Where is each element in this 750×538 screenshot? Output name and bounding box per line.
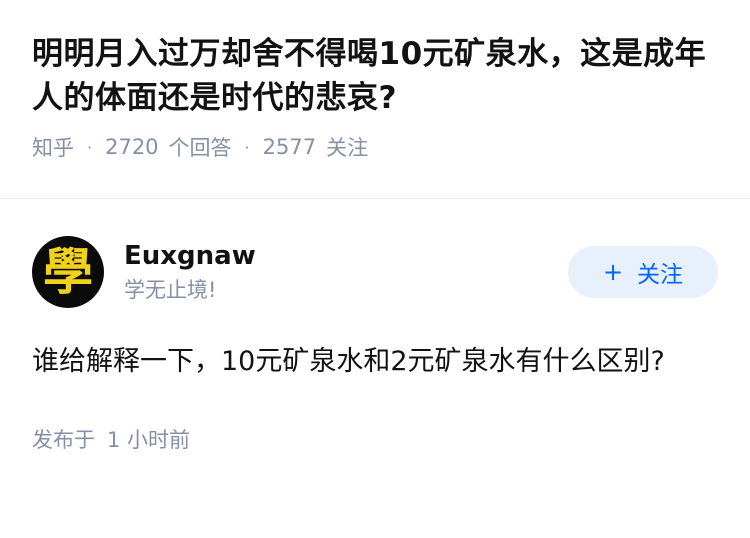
author-name[interactable]: Euxgnaw bbox=[124, 239, 256, 273]
avatar-glyph: 學 bbox=[43, 242, 93, 301]
meta-separator: · bbox=[244, 137, 250, 157]
question-meta: 知乎 · 2720 个回答 · 2577 关注 bbox=[32, 132, 718, 162]
answers-count: 2720 bbox=[105, 135, 159, 159]
posted-label: 发布于 bbox=[32, 428, 95, 452]
source-label[interactable]: 知乎 bbox=[32, 132, 74, 162]
follow-label: 关注 bbox=[637, 262, 684, 288]
followers-count: 2577 bbox=[262, 135, 317, 159]
answer-card: 學 Euxgnaw 学无止境! + 关注 谁给解释一下，10元矿泉水和2元矿泉水… bbox=[32, 236, 718, 454]
plus-icon: + bbox=[602, 258, 624, 286]
follow-button[interactable]: + 关注 bbox=[568, 246, 718, 298]
question-title[interactable]: 明明月入过万却舍不得喝10元矿泉水，这是成年人的体面还是时代的悲哀? bbox=[32, 32, 718, 120]
meta-separator: · bbox=[87, 137, 93, 157]
posted-time: 1 小时前 bbox=[107, 428, 191, 452]
section-divider bbox=[0, 198, 750, 199]
followers-label: 关注 bbox=[326, 136, 369, 160]
author-row: 學 Euxgnaw 学无止境! + 关注 bbox=[32, 236, 718, 308]
answer-content: 谁给解释一下，10元矿泉水和2元矿泉水有什么区别? bbox=[32, 346, 665, 377]
answers-label: 个回答 bbox=[168, 136, 232, 160]
author-bio: 学无止境! bbox=[124, 278, 217, 302]
answer-timestamp: 发布于 1 小时前 bbox=[32, 424, 718, 454]
question-header: 明明月入过万却舍不得喝10元矿泉水，这是成年人的体面还是时代的悲哀? 知乎 · … bbox=[0, 0, 750, 162]
avatar[interactable]: 學 bbox=[32, 236, 104, 308]
author-info: Euxgnaw 学无止境! bbox=[124, 239, 256, 305]
